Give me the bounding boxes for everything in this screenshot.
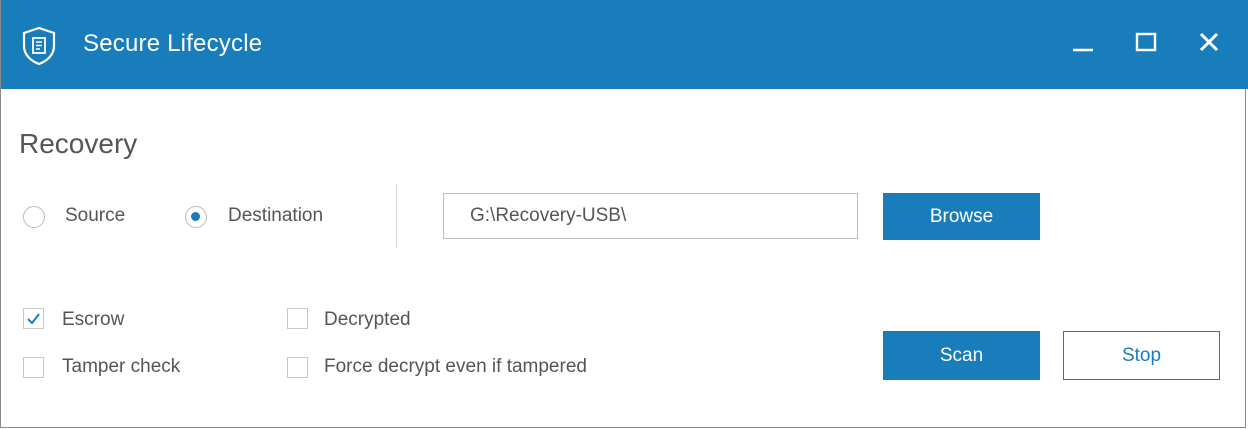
destination-radio-label[interactable]: Destination	[228, 205, 323, 227]
force-decrypt-checkbox[interactable]	[287, 357, 308, 378]
force-decrypt-label[interactable]: Force decrypt even if tampered	[324, 356, 587, 378]
source-radio-label[interactable]: Source	[65, 205, 125, 227]
source-radio[interactable]	[23, 206, 45, 228]
close-button[interactable]	[1189, 24, 1229, 64]
section-heading: Recovery	[19, 128, 138, 159]
title-bar[interactable]: Secure Lifecycle	[1, 0, 1248, 89]
recovery-path-input[interactable]	[443, 193, 858, 239]
checkmark-icon	[27, 313, 40, 325]
shield-document-icon	[21, 26, 57, 66]
escrow-label[interactable]: Escrow	[62, 309, 124, 331]
radio-selected-dot	[191, 212, 200, 221]
tamper-check-label[interactable]: Tamper check	[62, 356, 180, 378]
scan-button[interactable]: Scan	[883, 331, 1040, 380]
stop-button[interactable]: Stop	[1063, 331, 1220, 380]
window-title: Secure Lifecycle	[83, 30, 263, 57]
minimize-icon	[1071, 30, 1095, 59]
tamper-check-checkbox[interactable]	[23, 357, 44, 378]
maximize-button[interactable]	[1126, 24, 1166, 64]
decrypted-label[interactable]: Decrypted	[324, 309, 411, 331]
browse-button[interactable]: Browse	[883, 193, 1040, 240]
escrow-checkbox[interactable]	[23, 308, 44, 329]
vertical-divider	[396, 184, 397, 248]
app-window: Secure Lifecycle Recovery Source Destina…	[0, 0, 1248, 428]
close-icon	[1197, 30, 1221, 59]
minimize-button[interactable]	[1063, 24, 1103, 64]
destination-radio[interactable]	[185, 206, 207, 228]
decrypted-checkbox[interactable]	[287, 308, 308, 329]
maximize-icon	[1134, 30, 1158, 59]
